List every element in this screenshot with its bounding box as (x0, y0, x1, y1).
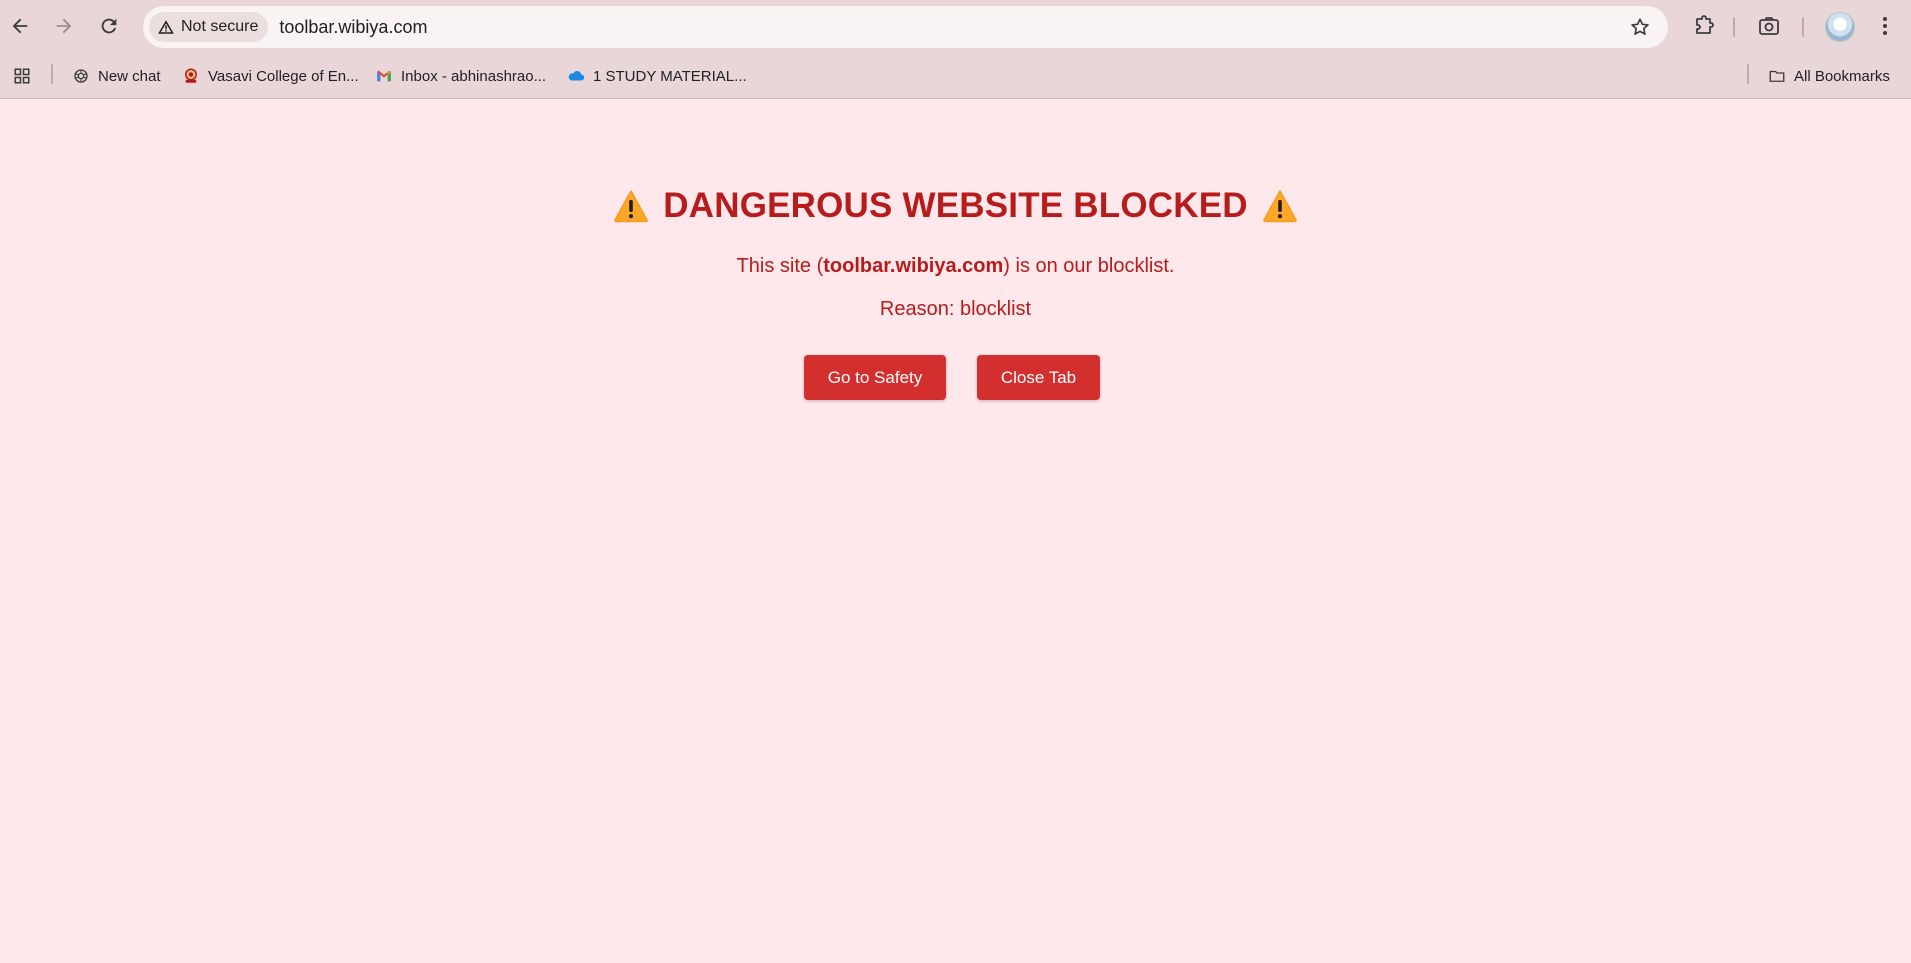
gmail-icon (375, 67, 393, 85)
all-bookmarks-label: All Bookmarks (1794, 67, 1890, 85)
bookmark-label: New chat (98, 67, 161, 85)
toolbar-divider (1802, 17, 1804, 37)
site-suffix: ) is on our blocklist. (1003, 255, 1175, 277)
bookmark-new-chat[interactable]: New chat (72, 62, 161, 90)
close-tab-button[interactable]: Close Tab (977, 355, 1100, 400)
college-logo-icon (182, 67, 200, 85)
bookmarks-bar: New chat Vasavi College of En... Inbox -… (0, 54, 1911, 99)
bookmark-gmail-inbox[interactable]: Inbox - abhinashrao... (375, 62, 546, 90)
bookmark-study-material[interactable]: 1 STUDY MATERIAL... (567, 62, 747, 90)
bookmarks-divider (1747, 64, 1749, 84)
folder-icon (1768, 67, 1786, 85)
screenshot-button[interactable] (1753, 10, 1785, 42)
warning-sign-icon (1262, 189, 1298, 223)
security-chip[interactable]: Not secure (149, 12, 269, 42)
kebab-menu-icon (1883, 17, 1887, 35)
warning-triangle-icon (158, 20, 174, 34)
bookmark-label: 1 STUDY MATERIAL... (593, 67, 747, 85)
url-text[interactable]: toolbar.wibiya.com (279, 17, 427, 38)
avatar[interactable] (1825, 12, 1855, 42)
blocklist-message: This site (toolbar.wibiya.com) is on our… (0, 255, 1911, 278)
back-button[interactable] (3, 9, 37, 43)
blocked-domain: toolbar.wibiya.com (823, 255, 1004, 277)
camera-icon (1759, 17, 1779, 35)
bookmark-vasavi-college[interactable]: Vasavi College of En... (182, 62, 359, 90)
all-bookmarks-button[interactable]: All Bookmarks (1768, 62, 1890, 90)
reload-icon (101, 18, 117, 34)
page-title-row: DANGEROUS WEBSITE BLOCKED (0, 186, 1911, 226)
puzzle-icon (1696, 15, 1714, 34)
extensions-button[interactable] (1688, 10, 1720, 42)
openai-icon (72, 67, 90, 85)
warning-sign-icon (613, 189, 649, 223)
block-reason: Reason: blocklist (879, 298, 1032, 320)
toolbar-divider (1733, 17, 1735, 37)
address-bar[interactable]: Not secure toolbar.wibiya.com (143, 6, 1668, 48)
apps-button[interactable] (13, 62, 31, 90)
site-prefix: This site ( (736, 255, 824, 277)
security-chip-label: Not secure (181, 18, 259, 35)
apps-grid-icon (13, 67, 31, 85)
menu-button[interactable] (1869, 10, 1901, 42)
forward-arrow-icon (56, 18, 72, 34)
bookmark-label: Inbox - abhinashrao... (401, 67, 547, 85)
star-icon (1631, 18, 1649, 35)
bookmark-star-button[interactable] (1626, 13, 1654, 41)
go-to-safety-button[interactable]: Go to Safety (804, 355, 946, 400)
browser-toolbar: Not secure toolbar.wibiya.com (0, 0, 1911, 54)
page-title: DANGEROUS WEBSITE BLOCKED (663, 186, 1248, 225)
bookmarks-divider (51, 64, 53, 84)
onedrive-cloud-icon (567, 67, 585, 85)
reload-button[interactable] (92, 9, 126, 43)
bookmark-label: Vasavi College of En... (208, 67, 359, 85)
blocked-page: DANGEROUS WEBSITE BLOCKED This site (too… (0, 100, 1911, 963)
forward-button[interactable] (47, 9, 81, 43)
back-arrow-icon (12, 18, 28, 34)
